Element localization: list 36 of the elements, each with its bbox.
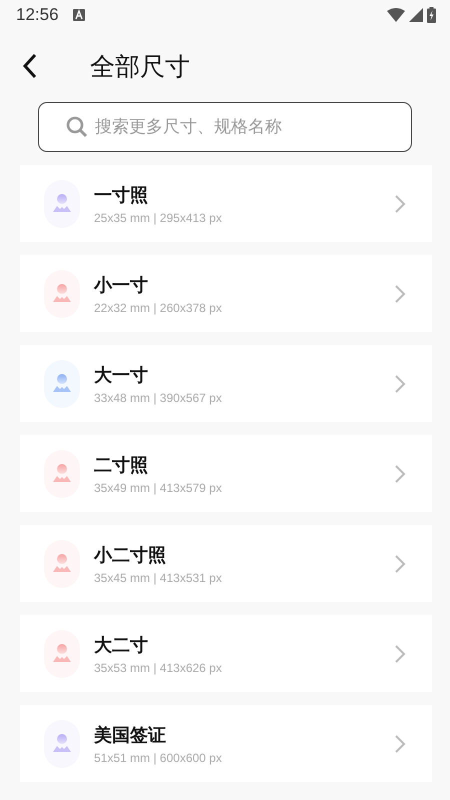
battery-icon [427, 7, 436, 23]
page-title: 全部尺寸 [90, 52, 190, 82]
size-spec: 51x51 mm | 600x600 px [94, 750, 223, 764]
size-name: 一寸照 [94, 184, 149, 206]
size-name: 大一寸 [94, 364, 149, 386]
size-spec: 35x49 mm | 413x579 px [94, 480, 223, 494]
size-card[interactable]: 大二寸 35x53 mm | 413x626 px [20, 615, 432, 692]
size-card[interactable]: 小二寸照 35x45 mm | 413x531 px [20, 525, 432, 602]
chevron-right-icon [394, 554, 406, 574]
search-field[interactable]: 搜索更多尺寸、规格名称 [38, 102, 412, 152]
status-time: 12:56 [16, 5, 59, 25]
size-name: 小二寸照 [94, 544, 167, 566]
size-spec: 22x32 mm | 260x378 px [94, 300, 223, 314]
size-card[interactable]: 小一寸 22x32 mm | 260x378 px [20, 255, 432, 332]
size-spec: 33x48 mm | 390x567 px [94, 390, 223, 404]
size-spec: 35x53 mm | 413x626 px [94, 660, 223, 674]
size-spec: 35x45 mm | 413x531 px [94, 570, 223, 584]
size-card[interactable]: 大一寸 33x48 mm | 390x567 px [20, 345, 432, 422]
signal-icon [409, 8, 423, 22]
wifi-icon [387, 8, 405, 22]
size-name: 美国签证 [94, 724, 167, 746]
search-icon [66, 116, 88, 138]
size-card[interactable]: 一寸照 25x35 mm | 295x413 px [20, 165, 432, 242]
chevron-right-icon [394, 644, 406, 664]
keyboard-icon [72, 9, 85, 21]
size-name: 二寸照 [94, 454, 149, 476]
size-name: 小一寸 [94, 274, 149, 296]
chevron-right-icon [394, 734, 406, 754]
chevron-right-icon [394, 284, 406, 304]
size-name: 大二寸 [94, 634, 149, 656]
size-spec: 25x35 mm | 295x413 px [94, 210, 223, 224]
chevron-right-icon [394, 464, 406, 484]
size-card[interactable]: 美国签证 51x51 mm | 600x600 px [20, 705, 432, 782]
size-card[interactable]: 二寸照 35x49 mm | 413x579 px [20, 435, 432, 512]
chevron-right-icon [394, 374, 406, 394]
chevron-right-icon [394, 194, 406, 214]
